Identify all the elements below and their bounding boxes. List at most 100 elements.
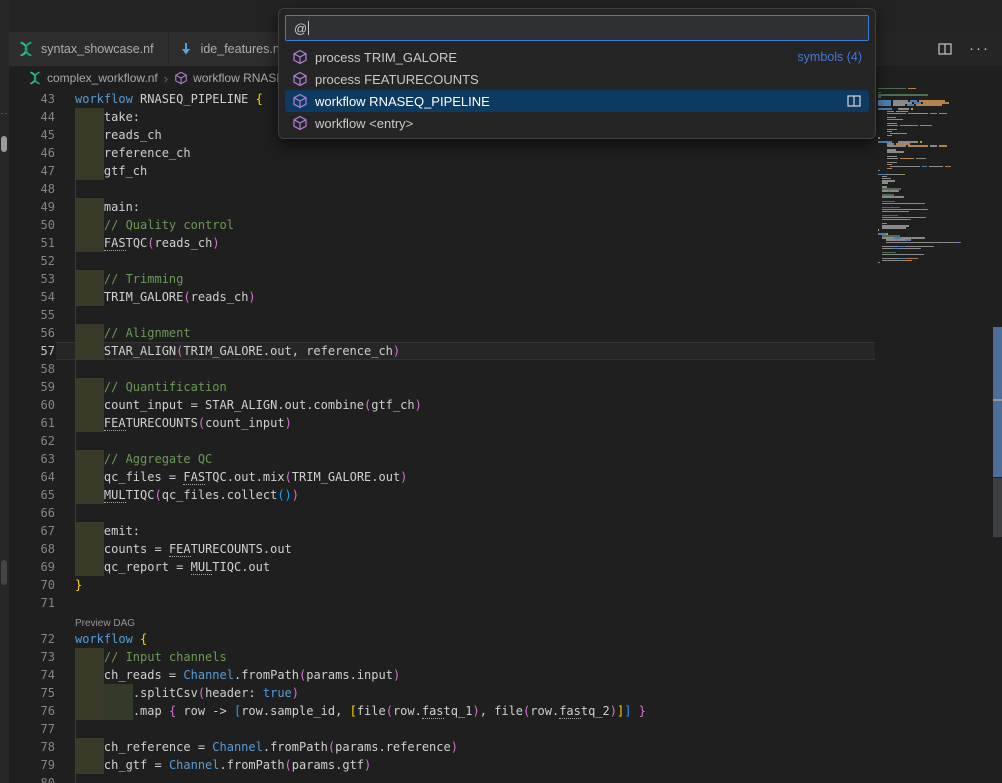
quick-open-item-0[interactable]: process TRIM_GALOREsymbols (4)	[285, 46, 869, 68]
indent-highlight-block	[75, 108, 104, 126]
indent-highlight-block	[75, 396, 104, 414]
diagnostic-hint-underline: fas	[422, 704, 444, 719]
indent-guide	[75, 738, 76, 756]
indent-guide	[75, 648, 76, 666]
quick-open-item-3[interactable]: workflow <entry>	[285, 112, 869, 134]
indent-guide	[75, 756, 76, 774]
code-text: // Quantification	[104, 378, 227, 396]
code-text: gtf_ch	[104, 162, 147, 180]
line-number: 48	[9, 180, 55, 198]
indent-highlight-block	[75, 666, 104, 684]
indent-guide	[75, 396, 76, 414]
code-text: // Alignment	[104, 324, 191, 342]
code-line-76: 76.map { row -> [row.sample_id, [file(ro…	[9, 702, 875, 720]
indent-highlight-block	[75, 702, 104, 720]
diagnostic-hint-underline: FAS	[104, 236, 126, 251]
code-line-51: 51 FASTQC(reads_ch)	[9, 234, 875, 252]
code-text: workflow RNASEQ_PIPELINE {	[75, 90, 263, 108]
line-number: 43	[9, 90, 55, 108]
minimap-line	[878, 262, 988, 263]
breadcrumb-file[interactable]: complex_workflow.nf	[47, 71, 158, 85]
line-number: 69	[9, 558, 55, 576]
code-text: STAR_ALIGN(TRIM_GALORE.out, reference_ch…	[104, 342, 400, 360]
indent-guide	[75, 486, 76, 504]
indent-highlight-block	[75, 738, 104, 756]
code-line-56: 56 // Alignment	[9, 324, 875, 342]
symbol-module-icon	[292, 93, 308, 109]
code-line-52: 52	[9, 252, 875, 270]
code-line-64: 64qc_files = FASTQC.out.mix(TRIM_GALORE.…	[9, 468, 875, 486]
indent-guide	[75, 162, 76, 180]
quick-open-input[interactable]: @	[285, 15, 869, 41]
code-line-47: 47gtf_ch	[9, 162, 875, 180]
indent-highlight-block	[104, 684, 133, 702]
code-line-69: 69 qc_report = MULTIQC.out	[9, 558, 875, 576]
code-line-63: 63// Aggregate QC	[9, 450, 875, 468]
symbol-module-icon	[292, 115, 308, 131]
line-number: 51	[9, 234, 55, 252]
breadcrumb-separator: ›	[164, 71, 168, 86]
line-number: 75	[9, 684, 55, 702]
quick-open-item-1[interactable]: process FEATURECOUNTS	[285, 68, 869, 90]
indent-highlight-block	[75, 756, 104, 774]
indent-guide	[75, 144, 76, 162]
code-line-68: 68counts = FEATURECOUNTS.out	[9, 540, 875, 558]
line-number: 46	[9, 144, 55, 162]
indent-guide	[75, 108, 76, 126]
code-text: // Trimming	[104, 270, 183, 288]
quick-open-item-label: workflow RNASEQ_PIPELINE	[315, 94, 490, 109]
code-line-54: 54TRIM_GALORE(reads_ch)	[9, 288, 875, 306]
tab-label: syntax_showcase.nf	[41, 42, 154, 56]
line-number: 55	[9, 306, 55, 324]
minimap[interactable]	[878, 88, 988, 264]
code-text: // Aggregate QC	[104, 450, 212, 468]
code-line-55: 55	[9, 306, 875, 324]
indent-guide	[75, 774, 76, 783]
indent-guide	[75, 522, 76, 540]
indent-guide	[75, 720, 76, 738]
code-text: take:	[104, 108, 140, 126]
code-line-66: 66	[9, 504, 875, 522]
gutter-scroll-pill[interactable]	[1, 136, 7, 152]
symbol-module-icon	[292, 71, 308, 87]
quick-open-item-label: workflow <entry>	[315, 116, 413, 131]
line-number: 56	[9, 324, 55, 342]
indent-highlight-block	[75, 234, 104, 252]
code-text: main:	[104, 198, 140, 216]
split-editor-icon[interactable]	[937, 41, 953, 57]
code-text: ch_reference = Channel.fromPath(params.r…	[104, 738, 458, 756]
line-number: 64	[9, 468, 55, 486]
indent-highlight-block	[75, 288, 104, 306]
line-number: 80	[9, 774, 55, 783]
symbol-module-icon	[174, 71, 188, 85]
line-number: 60	[9, 396, 55, 414]
indent-highlight-block	[104, 702, 133, 720]
indent-highlight-block	[75, 198, 104, 216]
line-number: 59	[9, 378, 55, 396]
codelens-preview-dag-link[interactable]: Preview DAG	[75, 618, 135, 629]
code-line-50: 50// Quality control	[9, 216, 875, 234]
indent-highlight-block	[75, 126, 104, 144]
indent-guide	[75, 126, 76, 144]
arrow-down-icon	[178, 41, 194, 57]
indent-guide	[75, 450, 76, 468]
code-text: ch_gtf = Channel.fromPath(params.gtf)	[104, 756, 371, 774]
diagnostic-hint-underline: fas	[559, 704, 581, 719]
code-text: qc_report = MULTIQC.out	[104, 558, 270, 576]
indent-guide	[75, 234, 76, 252]
indent-highlight-block	[75, 540, 104, 558]
tab-syntax-showcase[interactable]: syntax_showcase.nf	[9, 32, 169, 66]
quick-open-dialog: @ process TRIM_GALOREsymbols (4)process …	[278, 8, 876, 139]
indent-guide	[75, 558, 76, 576]
code-text: FASTQC(reads_ch)	[104, 234, 220, 252]
scrollbar-slider[interactable]	[993, 327, 1002, 477]
more-actions-button[interactable]: ···	[969, 32, 990, 66]
indent-highlight-block	[75, 450, 104, 468]
quick-open-item-2[interactable]: workflow RNASEQ_PIPELINE	[285, 90, 869, 112]
line-number: 70	[9, 576, 55, 594]
code-line-74: 74ch_reads = Channel.fromPath(params.inp…	[9, 666, 875, 684]
indent-guide	[75, 684, 76, 702]
code-editor[interactable]: 43workflow RNASEQ_PIPELINE {44take:45rea…	[9, 90, 1002, 783]
open-to-side-icon[interactable]	[846, 93, 862, 109]
indent-guide	[75, 378, 76, 396]
